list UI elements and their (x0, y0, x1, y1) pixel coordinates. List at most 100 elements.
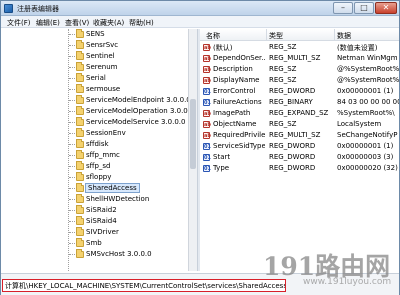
tree-item-label[interactable]: sfloppy (86, 173, 111, 181)
tree-item-label[interactable]: SensrSvc (86, 41, 118, 49)
tree-item[interactable]: SiSRaid4 (1, 216, 197, 227)
tree-item[interactable]: Smb (1, 238, 197, 249)
tree-guide-line (68, 29, 69, 271)
registry-editor-window: 注册表编辑器 – □ ✕ 文件(F) 编辑(E) 查看(V) 收藏夹(A) 帮助… (0, 0, 400, 295)
menu-favorites[interactable]: 收藏夹(A) (93, 18, 124, 28)
tree-item[interactable]: ServiceModelService 3.0.0.0 (1, 117, 197, 128)
tree-item[interactable]: SIVDriver (1, 227, 197, 238)
column-separator[interactable] (334, 29, 335, 41)
tree-item-label[interactable]: sermouse (86, 85, 120, 93)
column-separator[interactable] (266, 29, 267, 41)
value-type: REG_SZ (269, 120, 297, 128)
menu-view[interactable]: 查看(V) (65, 18, 89, 28)
value-row[interactable]: abRequiredPrivile... REG_MULTI_SZ SeChange… (200, 130, 399, 141)
tree-connector (69, 188, 75, 189)
tree-connector (69, 89, 75, 90)
binary-value-icon: 01 (203, 154, 211, 161)
value-data: 84 03 00 00 00 00 (337, 98, 399, 106)
tree-item-label[interactable]: SessionEnv (86, 129, 126, 137)
folder-icon (76, 128, 84, 137)
folder-icon (76, 95, 84, 104)
value-data: @%SystemRoot% (337, 76, 399, 84)
folder-icon (76, 205, 84, 214)
menu-help[interactable]: 帮助(H) (129, 18, 154, 28)
tree-item-label[interactable]: SharedAccess (85, 183, 140, 193)
tree-item[interactable]: SENS (1, 29, 197, 40)
value-row[interactable]: 01 Start REG_DWORD 0x00000003 (3) (200, 152, 399, 163)
key-tree-pane[interactable]: SENS SensrSvc Sentinel Serenum Serial sermous… (1, 29, 197, 271)
tree-item-label[interactable]: SiSRaid2 (86, 206, 117, 214)
title-bar[interactable]: 注册表编辑器 – □ ✕ (1, 1, 399, 16)
tree-item-label[interactable]: sffp_mmc (86, 151, 120, 159)
folder-icon (76, 150, 84, 159)
tree-item-label[interactable]: ShellHWDetection (86, 195, 149, 203)
tree-item-label[interactable]: Sentinel (86, 52, 115, 60)
tree-item-label[interactable]: ServiceModelEndpoint 3.0.0.0 (86, 96, 191, 104)
value-row[interactable]: 01 FailureActions REG_BINARY 84 03 00 00 00… (200, 97, 399, 108)
tree-item[interactable]: SharedAccess (1, 183, 197, 194)
string-value-icon: ab (203, 121, 211, 128)
string-value-icon: ab (203, 110, 211, 117)
column-header-type[interactable]: 类型 (269, 31, 283, 41)
folder-icon (76, 183, 84, 192)
tree-item[interactable]: SessionEnv (1, 128, 197, 139)
tree-item[interactable]: sermouse (1, 84, 197, 95)
value-data: (数值未设置) (337, 44, 378, 52)
column-header-data[interactable]: 数据 (337, 31, 351, 41)
tree-item-label[interactable]: ServiceModelService 3.0.0.0 (86, 118, 185, 126)
folder-icon (76, 172, 84, 181)
tree-item[interactable]: sfloppy (1, 172, 197, 183)
tree-item-label[interactable]: Serenum (86, 63, 117, 71)
column-header-name[interactable]: 名称 (206, 31, 220, 41)
value-data: 0x00000020 (32) (337, 164, 398, 172)
tree-item[interactable]: ShellHWDetection (1, 194, 197, 205)
tree-vertical-scrollbar[interactable] (188, 29, 197, 271)
tree-connector (69, 221, 75, 222)
tree-item[interactable]: sffp_mmc (1, 150, 197, 161)
tree-connector (69, 155, 75, 156)
tree-item[interactable]: SensrSvc (1, 40, 197, 51)
value-row[interactable]: ab (默认) REG_SZ (数值未设置) (200, 42, 399, 53)
value-row[interactable]: ab DisplayName REG_SZ @%SystemRoot% (200, 75, 399, 86)
tree-item-label[interactable]: sffdisk (86, 140, 109, 148)
tree-item[interactable]: sffp_sd (1, 161, 197, 172)
tree-item[interactable]: ServiceModelEndpoint 3.0.0.0 (1, 95, 197, 106)
menu-edit[interactable]: 编辑(E) (36, 18, 60, 28)
close-button[interactable]: ✕ (375, 2, 397, 14)
tree-item-label[interactable]: SIVDriver (86, 228, 119, 236)
value-type: REG_MULTI_SZ (269, 131, 321, 139)
tree-item[interactable]: Sentinel (1, 51, 197, 62)
value-row[interactable]: 01 ServiceSidType REG_DWORD 0x00000001 (1) (200, 141, 399, 152)
tree-item-label[interactable]: ServiceModelOperation 3.0.0.0 (86, 107, 194, 115)
tree-item-label[interactable]: SMSvcHost 3.0.0.0 (86, 250, 152, 258)
tree-item-label[interactable]: Smb (86, 239, 102, 247)
menu-file[interactable]: 文件(F) (7, 18, 31, 28)
tree-item[interactable]: Serenum (1, 62, 197, 73)
binary-value-icon: 01 (203, 88, 211, 95)
value-row[interactable]: ab ImagePath REG_EXPAND_SZ %SystemRoot%\ (200, 108, 399, 119)
tree-item-label[interactable]: Serial (86, 74, 106, 82)
value-name: ErrorControl (213, 87, 256, 95)
minimize-button[interactable]: – (333, 2, 353, 14)
value-data: %SystemRoot%\ (337, 109, 395, 117)
value-type: REG_DWORD (269, 153, 316, 161)
scrollbar-thumb[interactable] (190, 99, 196, 169)
values-list-pane[interactable]: 名称 类型 数据 ab (默认) REG_SZ (数值未设置) ab DependOnSe… (200, 29, 399, 271)
value-row[interactable]: 01 ErrorControl REG_DWORD 0x00000001 (1) (200, 86, 399, 97)
value-row[interactable]: ab ObjectName REG_SZ LocalSystem (200, 119, 399, 130)
tree-item-label[interactable]: SiSRaid4 (86, 217, 117, 225)
tree-item[interactable]: ServiceModelOperation 3.0.0.0 (1, 106, 197, 117)
maximize-button[interactable]: □ (354, 2, 374, 14)
tree-item[interactable]: SMSvcHost 3.0.0.0 (1, 249, 197, 260)
string-value-icon: ab (203, 55, 211, 62)
tree-item-label[interactable]: SENS (86, 30, 105, 38)
value-row[interactable]: ab Description REG_SZ @%SystemRoot% (200, 64, 399, 75)
tree-item[interactable]: Serial (1, 73, 197, 84)
tree-item-label[interactable]: sffp_sd (86, 162, 111, 170)
tree-item[interactable]: sffdisk (1, 139, 197, 150)
folder-icon (76, 29, 84, 38)
value-name: ImagePath (213, 109, 251, 117)
tree-item[interactable]: SiSRaid2 (1, 205, 197, 216)
value-row[interactable]: 01 Type REG_DWORD 0x00000020 (32) (200, 163, 399, 174)
value-row[interactable]: ab DependOnSer... REG_MULTI_SZ Netman WinMg… (200, 53, 399, 64)
